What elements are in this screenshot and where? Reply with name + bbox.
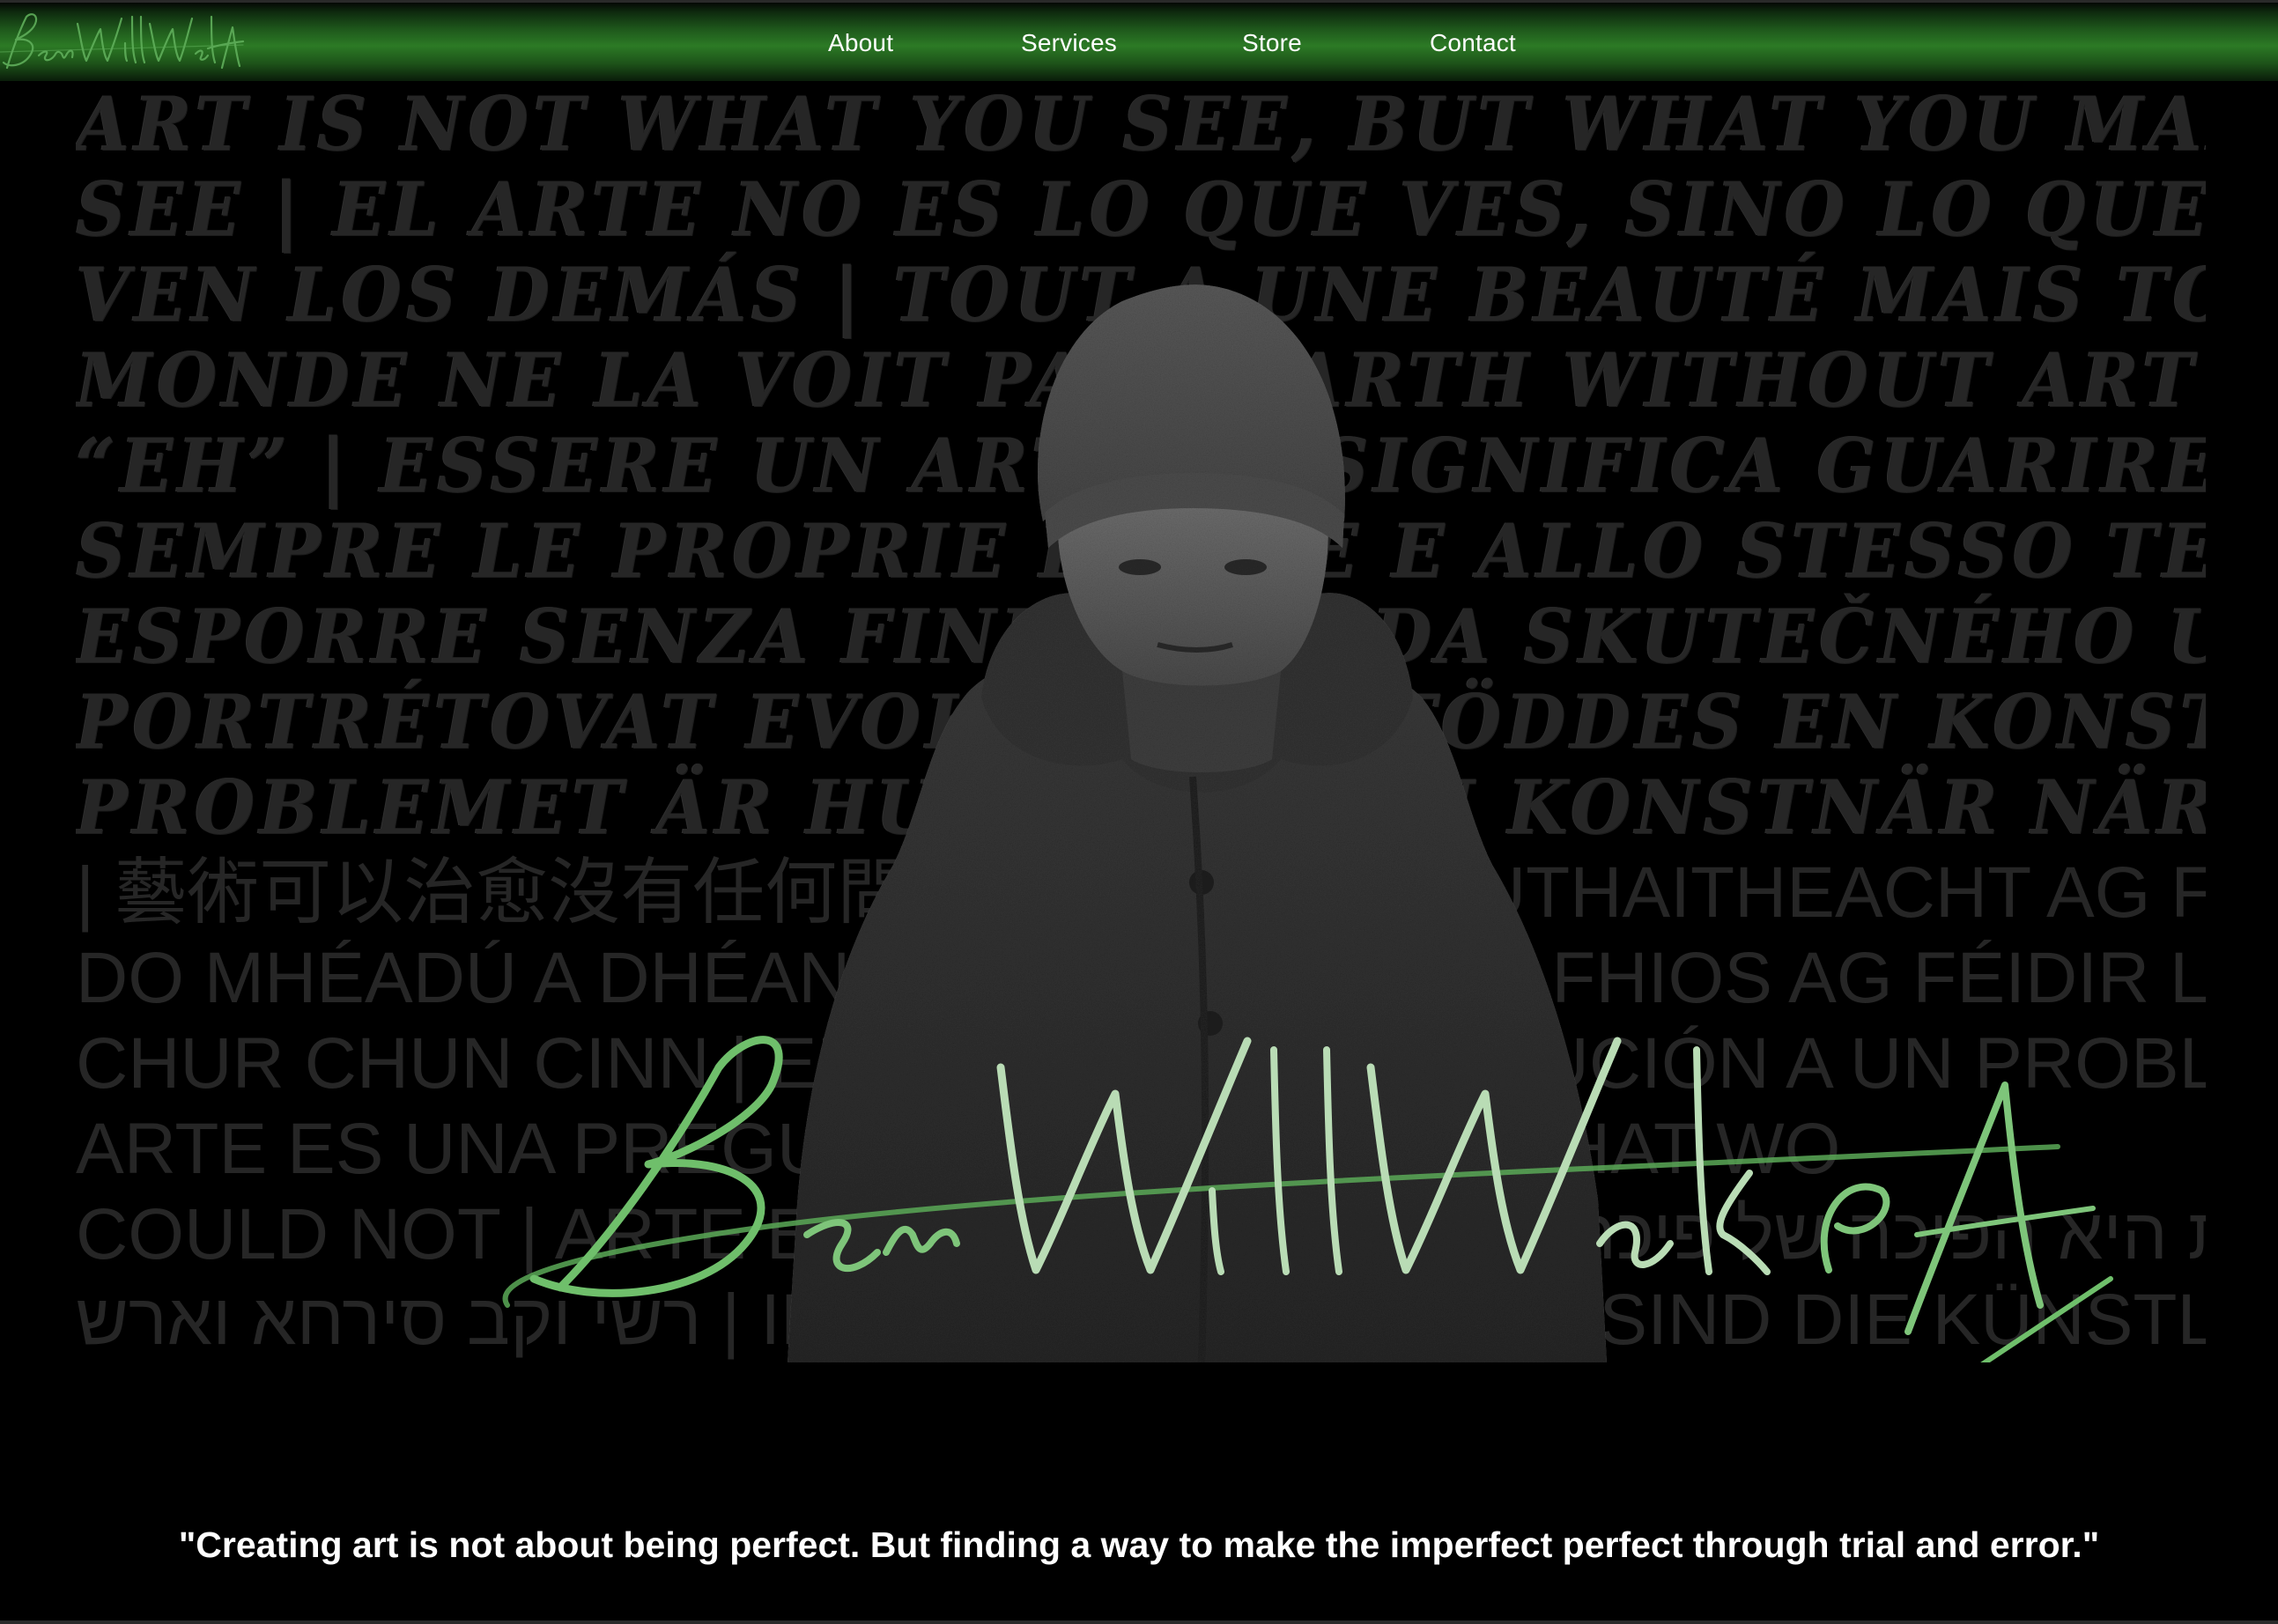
top-navbar: About Services Store Contact	[0, 0, 2278, 81]
nav-services-link[interactable]: Services	[1021, 29, 1117, 57]
nav-store-link[interactable]: Store	[1242, 29, 1302, 57]
bottom-divider	[0, 1620, 2278, 1624]
main-nav: About Services Store Contact	[0, 3, 2278, 84]
hero-section: ART IS NOT WHAT YOU SEE, BUT WHAT YOU MA…	[76, 81, 2206, 1362]
tagline-quote: "Creating art is not about being perfect…	[178, 1524, 2100, 1565]
page: About Services Store Contact ART IS NOT …	[0, 0, 2278, 1624]
nav-contact-link[interactable]: Contact	[1430, 29, 1516, 57]
signature-logo	[502, 1036, 2113, 1362]
quote-wall-line: ART IS NOT WHAT YOU SEE, BUT WHAT YOU MA…	[76, 81, 2206, 167]
quote-wall-line: SEE | EL ARTE NO ES LO QUE VES, SINO LO …	[76, 166, 2206, 253]
nav-about-link[interactable]: About	[828, 29, 893, 57]
